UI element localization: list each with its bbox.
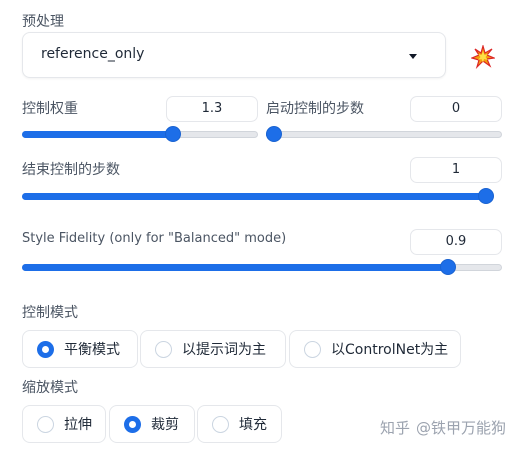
end-step-input[interactable]: 1	[410, 157, 502, 183]
watermark: 知乎 @铁甲万能狗	[380, 417, 506, 438]
resize-mode-option-stretch[interactable]: 拉伸	[22, 405, 106, 443]
slider-thumb[interactable]	[478, 188, 494, 204]
preprocessor-dropdown[interactable]: reference_only	[22, 32, 446, 78]
control-weight-input[interactable]: 1.3	[166, 96, 258, 122]
radio-label: 填充	[239, 417, 267, 433]
start-step-label: 启动控制的步数	[266, 101, 364, 117]
style-fidelity-input[interactable]: 0.9	[410, 229, 502, 255]
zhihu-logo: 知乎	[380, 419, 411, 437]
resize-mode-option-crop[interactable]: 裁剪	[109, 405, 195, 443]
control-weight-label: 控制权重	[22, 101, 78, 117]
slider-thumb[interactable]	[165, 126, 181, 142]
run-preprocessor-button[interactable]	[462, 37, 504, 77]
slider-thumb[interactable]	[266, 126, 282, 142]
slider-fill	[22, 131, 173, 138]
control-mode-label: 控制模式	[22, 305, 78, 321]
end-step-label: 结束控制的步数	[22, 162, 120, 178]
end-step-slider[interactable]	[22, 186, 494, 206]
preprocessor-selected-value: reference_only	[41, 46, 145, 62]
slider-track	[266, 131, 502, 138]
control-mode-option-controlnet[interactable]: 以ControlNet为主	[289, 330, 461, 368]
style-fidelity-slider[interactable]	[22, 257, 502, 277]
preprocessor-label: 预处理	[22, 14, 64, 30]
radio-label: 以ControlNet为主	[331, 342, 449, 358]
resize-mode-label: 缩放模式	[22, 380, 78, 396]
radio-label: 以提示词为主	[182, 342, 266, 358]
resize-mode-option-fill[interactable]: 填充	[197, 405, 282, 443]
radio-button[interactable]	[37, 415, 54, 433]
radio-label: 平衡模式	[64, 342, 120, 358]
slider-fill	[22, 193, 486, 200]
style-fidelity-label: Style Fidelity (only for "Balanced" mode…	[22, 231, 287, 246]
watermark-author: @铁甲万能狗	[416, 419, 507, 437]
control-weight-slider[interactable]	[22, 124, 258, 144]
start-step-input[interactable]: 0	[410, 96, 502, 122]
radio-button[interactable]	[155, 340, 172, 358]
radio-button[interactable]	[212, 415, 229, 433]
radio-button[interactable]	[37, 340, 54, 358]
radio-button[interactable]	[304, 340, 321, 358]
start-step-slider[interactable]	[266, 124, 502, 144]
slider-fill	[22, 264, 448, 271]
radio-label: 拉伸	[64, 417, 92, 433]
control-mode-option-balanced[interactable]: 平衡模式	[22, 330, 138, 368]
slider-thumb[interactable]	[439, 259, 456, 275]
radio-label: 裁剪	[151, 417, 179, 433]
control-mode-option-prompt[interactable]: 以提示词为主	[140, 330, 286, 368]
chevron-down-icon	[409, 54, 417, 59]
radio-button[interactable]	[124, 415, 141, 433]
explosion-icon	[471, 45, 495, 69]
